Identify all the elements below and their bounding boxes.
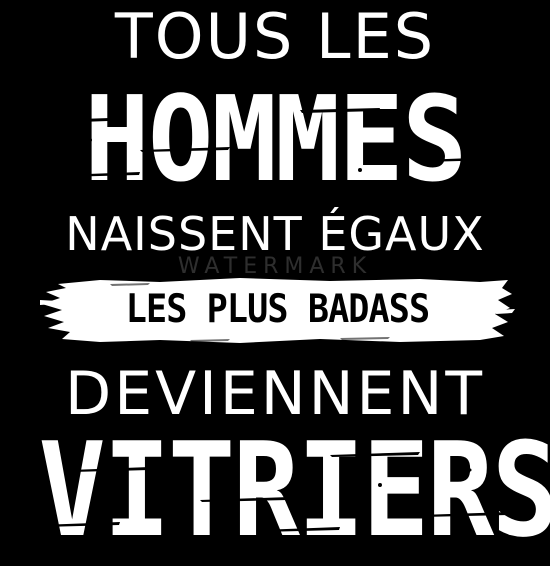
headline-tous-les: TOUS LES	[114, 0, 436, 73]
headline-hommes: HOMMES	[84, 70, 467, 208]
headline-naissent-egaux: NAISSENT ÉGAUX	[65, 207, 485, 261]
brush-stroke-banner: LES PLUS BADASS	[40, 270, 515, 350]
banner-text-les-plus-badass: LES PLUS BADASS	[125, 287, 430, 332]
tshirt-design: TOUS LES HOMMES NAISSENT ÉGAUX WATERMARK…	[0, 0, 550, 555]
headline-vitriers: VITRIERS	[38, 414, 550, 566]
